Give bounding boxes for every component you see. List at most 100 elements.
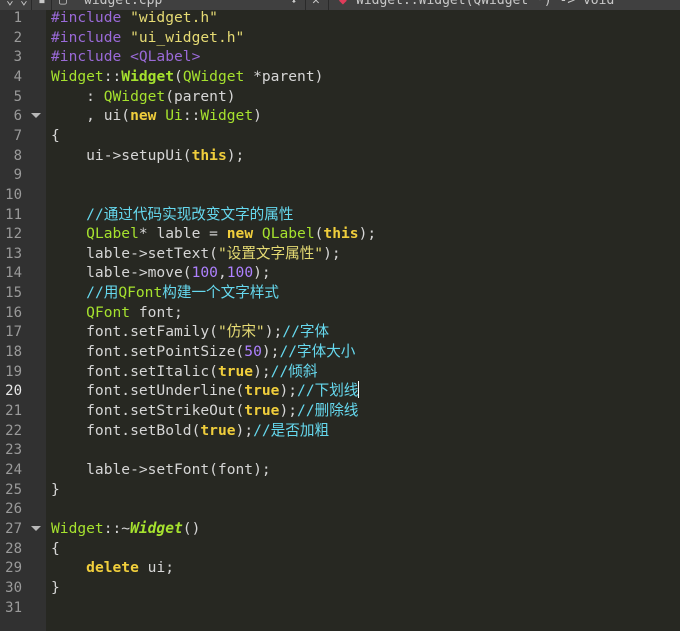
line-number: 28 [5,540,22,557]
line-number: 8 [13,147,22,164]
line-number: 18 [5,344,22,361]
function-symbol-label[interactable]: Widget::Widget(QWidget *) -> void [356,0,614,9]
code-line[interactable]: lable->move(100,100); [51,263,271,283]
code-line[interactable]: //用QFont构建一个文字样式 [51,283,279,303]
line-number: 27 [5,520,22,537]
code-token: font.setBold( [51,421,201,439]
code-token: ui->setupUi( [51,146,192,164]
code-line[interactable]: font.setBold(true);//是否加粗 [51,421,329,441]
line-number: 16 [5,304,22,321]
code-token: QFont [118,284,163,302]
line-number: 11 [5,206,22,223]
code-token: ); [358,225,377,243]
code-line[interactable]: Widget::~Widget() [51,519,200,539]
code-token: 100 [191,264,218,282]
code-token: #include [51,9,131,26]
code-token: { [51,126,60,144]
line-number: 12 [5,226,22,243]
code-token: ui; [138,559,175,577]
fold-arrow-icon[interactable] [31,525,41,531]
code-token: ); [261,343,280,361]
code-line[interactable]: { [51,126,60,146]
close-icon[interactable]: ✕ [312,0,320,9]
code-token: ) [253,107,262,125]
code-line[interactable]: font.setUnderline(true);//下划线 [51,381,360,401]
line-number: 19 [5,363,22,380]
code-token: lable->setFont(font); [51,460,271,478]
code-token: ); [279,382,298,400]
code-line[interactable]: font.setPointSize(50);//字体大小 [51,342,355,362]
code-token: true [244,382,280,400]
file-dropdown-icon[interactable]: ⬍ [290,0,298,9]
code-token: //字体大小 [279,343,356,361]
code-editor[interactable]: #include "widget.h" #include "ui_widget.h… [46,8,680,631]
code-line[interactable]: #include "ui_widget.h" [51,28,244,48]
code-line[interactable]: QLabel* lable = new QLabel(this); [51,224,376,244]
function-symbol-icon: ◆ [339,0,347,8]
code-line[interactable]: } [51,578,60,598]
code-token: QWidget [182,67,245,85]
code-token: //用 [86,284,119,302]
code-token: } [51,578,60,596]
code-line[interactable]: delete ui; [51,558,174,578]
line-number: 24 [5,461,22,478]
line-number: 31 [5,599,22,616]
code-line[interactable]: QFont font; [51,303,183,323]
line-number: 30 [5,579,22,596]
code-token: font.setItalic( [51,362,218,380]
code-token: //下划线 [297,382,359,400]
line-number-gutter: 1 2 3 4 5 6 7 8 9 10 11 12 13 14 15 16 17 18 19 20 21 22 23 24 2… [0,10,46,631]
code-line[interactable]: lable->setFont(font); [51,460,271,480]
code-token: this [191,146,227,164]
code-line[interactable]: Widget::Widget(QWidget *parent) [51,67,323,87]
code-token: : [51,87,104,105]
line-number: 14 [5,265,22,282]
code-token: * lable = [138,225,227,243]
code-token: 构建一个文字样式 [162,284,280,302]
code-token: "ui_widget.h" [130,28,245,46]
line-number: 7 [13,127,22,144]
code-line[interactable]: font.setFamily("仿宋");//字体 [51,322,329,342]
code-token: QWidget [103,87,166,105]
code-line[interactable]: font.setStrikeOut(true);//删除线 [51,401,358,421]
code-token: true [217,362,254,380]
line-number: 5 [13,88,22,105]
code-token: Widget [51,519,104,537]
code-line[interactable]: : QWidget(parent) [51,87,235,107]
code-token: Ui [165,107,183,125]
line-number: 15 [5,285,22,302]
code-token: ); [253,264,271,282]
tab-separator [305,0,306,10]
code-token: lable->move( [51,264,192,282]
code-token: :: [182,107,201,125]
code-line[interactable]: { [51,539,60,559]
code-line[interactable]: ui->setupUi(this); [51,146,244,166]
code-line[interactable]: lable->setText("设置文字属性"); [51,244,341,264]
code-token: ); [226,146,245,164]
code-token: ); [235,421,254,439]
tab-separator [328,0,329,10]
fold-arrow-icon[interactable] [31,113,41,119]
code-line[interactable]: font.setItalic(true);//倾斜 [51,362,317,382]
code-token: font.setStrikeOut( [51,402,245,419]
code-line[interactable]: } [51,480,60,500]
code-token: #include [51,48,131,66]
code-token: 50 [244,343,262,361]
tab-separator [31,0,32,10]
code-token: ); [264,323,283,341]
code-token: "设置文字属性" [217,244,324,262]
code-line[interactable]: //通过代码实现改变文字的属性 [51,205,293,225]
code-line[interactable]: #include "widget.h" [51,8,218,28]
code-token: //通过代码实现改变文字的属性 [86,205,294,223]
code-line[interactable]: , ui(new Ui::Widget) [51,106,262,126]
code-line[interactable]: #include <QLabel> [51,47,200,67]
code-token: QLabel [86,225,139,243]
code-token: ); [253,362,271,380]
